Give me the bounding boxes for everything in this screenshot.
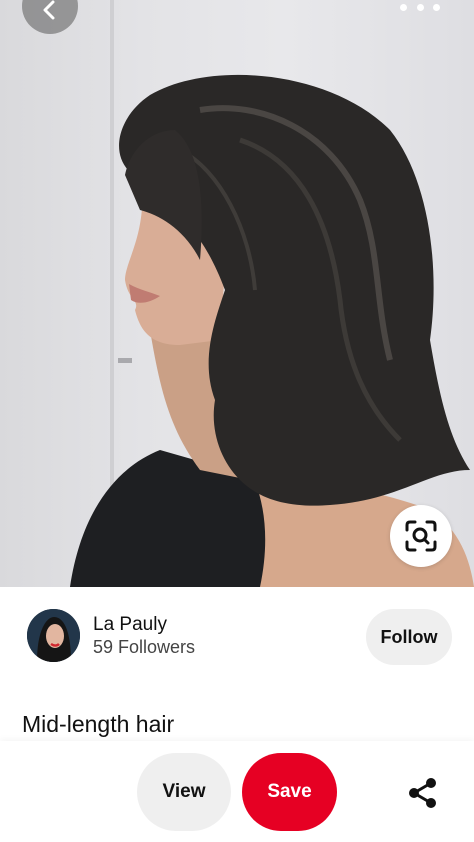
avatar[interactable] bbox=[27, 609, 80, 662]
more-dot-icon bbox=[400, 3, 407, 11]
more-options-button[interactable] bbox=[400, 0, 440, 14]
more-dot-icon bbox=[433, 3, 440, 11]
action-bar: View Save bbox=[0, 741, 474, 842]
follower-count: 59 Followers bbox=[93, 637, 196, 657]
author-section: La Pauly 59 Followers Follow bbox=[0, 587, 474, 687]
pin-title: Mid-length hair bbox=[22, 711, 175, 737]
author-name[interactable]: La Pauly bbox=[93, 614, 167, 636]
chevron-left-icon bbox=[43, 0, 55, 20]
view-button[interactable]: View bbox=[137, 753, 231, 831]
pin-image[interactable] bbox=[0, 0, 474, 587]
visual-search-button[interactable] bbox=[390, 505, 452, 567]
visual-search-icon bbox=[405, 520, 437, 552]
share-icon bbox=[409, 778, 436, 808]
more-dot-icon bbox=[416, 3, 424, 11]
follow-button[interactable]: Follow bbox=[366, 609, 452, 665]
pin-photo-illustration bbox=[70, 0, 474, 587]
avatar-image bbox=[27, 609, 80, 662]
share-button[interactable] bbox=[400, 773, 446, 813]
save-button[interactable]: Save bbox=[242, 753, 337, 831]
